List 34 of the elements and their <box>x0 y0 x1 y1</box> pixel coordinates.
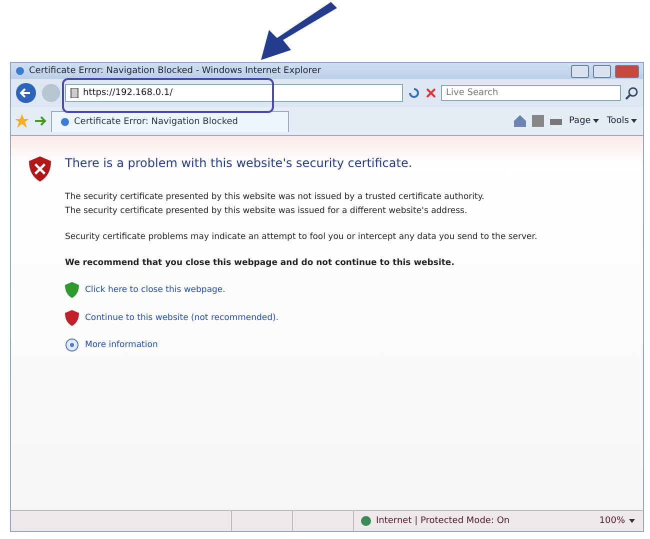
caret-icon <box>631 119 637 123</box>
minimize-button[interactable] <box>571 64 589 78</box>
error-heading: There is a problem with this website's security certificate. <box>65 156 414 170</box>
caret-icon <box>629 519 635 523</box>
shield-icon <box>65 310 79 326</box>
maximize-button[interactable] <box>593 64 611 78</box>
home-icon[interactable] <box>513 114 528 128</box>
star-icon[interactable] <box>15 114 29 128</box>
address-field[interactable]: https://192.168.0.1/ <box>65 84 403 102</box>
search-field[interactable]: Live Search <box>441 85 621 101</box>
browser-tab[interactable]: Certificate Error: Navigation Blocked <box>51 110 289 132</box>
command-menu[interactable]: Page <box>567 116 601 126</box>
close-button[interactable] <box>615 64 639 78</box>
add-favorite-icon[interactable] <box>33 114 47 128</box>
shield-icon <box>65 282 79 298</box>
page-link[interactable]: Continue to this website (not recommended). <box>85 313 279 323</box>
page-link[interactable]: More information <box>85 340 158 350</box>
error-paragraph: The security certificate presented by this website was not issued by a trusted certificate authority. The security certificate presented by this website was issued for a different website's address. <box>65 191 486 218</box>
back-icon[interactable] <box>15 82 37 104</box>
page-icon <box>70 88 79 98</box>
search-icon[interactable] <box>625 86 639 100</box>
zoom-level[interactable]: 100% <box>599 516 629 526</box>
error-paragraph: Security certificate problems may indicate an attempt to fool you or intercept any data you send to the server. <box>65 231 538 244</box>
globe-icon <box>360 515 372 527</box>
caret-icon <box>592 119 599 123</box>
info-icon <box>65 338 79 352</box>
stop-icon[interactable] <box>425 87 437 99</box>
window-title: Certificate Error: Navigation Blocked - Windows Internet Explorer <box>29 66 322 76</box>
refresh-icon[interactable] <box>407 87 421 99</box>
recommendation-text: We recommend that you close this webpage and do not continue to this website. <box>65 257 456 270</box>
zone-status: Internet | Protected Mode: On <box>376 516 510 526</box>
page-link[interactable]: Click here to close this webpage. <box>85 285 226 295</box>
shield-error-icon <box>29 156 51 182</box>
command-menu[interactable]: Tools <box>604 116 639 126</box>
